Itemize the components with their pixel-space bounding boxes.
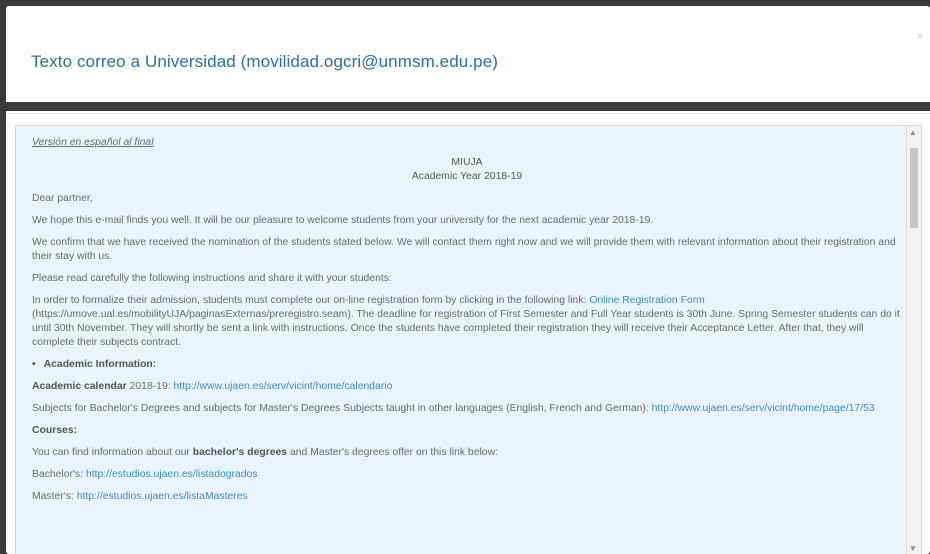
masters-link[interactable]: http://estudios.ujaen.es/listaMasteres bbox=[77, 491, 248, 502]
email-body[interactable]: Versión en español al final MIUJA Academ… bbox=[15, 125, 922, 554]
registration-text-after: (https://umove.ual.es/mobilityUJA/pagina… bbox=[32, 309, 900, 348]
heading-line-2: Academic Year 2018-19 bbox=[411, 171, 523, 182]
calendar-link[interactable]: http://www.ujaen.es/serv/vicint/home/cal… bbox=[174, 381, 393, 392]
masters-label: Master's: bbox=[32, 491, 77, 502]
registration-text-before: In order to formalize their admission, s… bbox=[32, 295, 590, 306]
subjects-link[interactable]: http://www.ujaen.es/serv/vicint/home/pag… bbox=[652, 403, 875, 414]
courses-label: Courses: bbox=[32, 425, 78, 436]
courses-line: You can find information about our bache… bbox=[32, 446, 902, 460]
spanish-version-note: Versión en español al final bbox=[32, 137, 154, 148]
scroll-up-icon[interactable]: ▲ bbox=[909, 128, 917, 137]
paragraph-registration: In order to formalize their admission, s… bbox=[32, 294, 902, 350]
modal-header: Texto correo a Universidad (movilidad.og… bbox=[6, 6, 930, 114]
paragraph-instructions: Please read carefully the following inst… bbox=[32, 273, 392, 284]
paragraph-welcome: We hope this e-mail finds you well. It w… bbox=[32, 215, 654, 226]
heading-line-1: MIUJA bbox=[451, 157, 483, 168]
academic-calendar-line: Academic calendar 2018-19: http://www.uj… bbox=[32, 380, 902, 394]
courses-bold: bachelor's degrees bbox=[192, 447, 288, 458]
paragraph-nomination: We confirm that we have received the nom… bbox=[32, 237, 896, 262]
calendar-label: Academic calendar bbox=[32, 381, 127, 392]
courses-after: and Master's degrees offer on this link … bbox=[287, 447, 498, 458]
subjects-line: Subjects for Bachelor's Degrees and subj… bbox=[32, 402, 902, 416]
email-modal: Texto correo a Universidad (movilidad.og… bbox=[6, 6, 930, 554]
bachelors-line: Bachelor's: http://estudios.ujaen.es/lis… bbox=[32, 468, 902, 482]
academic-info-bullet: Academic Information: bbox=[32, 358, 902, 372]
scroll-thumb[interactable] bbox=[910, 148, 918, 228]
close-icon[interactable]: × bbox=[916, 28, 924, 43]
bachelors-link[interactable]: http://estudios.ujaen.es/listadogrados bbox=[86, 469, 258, 480]
vertical-scrollbar[interactable]: ▲ ▼ bbox=[906, 126, 921, 554]
email-content: Versión en español al final MIUJA Academ… bbox=[32, 136, 902, 512]
online-registration-link[interactable]: Online Registration Form bbox=[589, 295, 705, 306]
subjects-text: Subjects for Bachelor's Degrees and subj… bbox=[32, 403, 652, 414]
modal-title: Texto correo a Universidad (movilidad.og… bbox=[31, 52, 499, 71]
courses-before: You can find information about our bbox=[32, 447, 193, 458]
calendar-year: 2018-19: bbox=[126, 381, 174, 392]
email-heading: MIUJA Academic Year 2018-19 bbox=[32, 156, 902, 184]
masters-line: Master's: http://estudios.ujaen.es/lista… bbox=[32, 490, 902, 504]
header-divider-strip bbox=[6, 102, 930, 111]
scroll-down-icon[interactable]: ▼ bbox=[909, 544, 917, 553]
greeting: Dear partner, bbox=[32, 193, 93, 204]
bachelors-label: Bachelor's: bbox=[32, 469, 86, 480]
